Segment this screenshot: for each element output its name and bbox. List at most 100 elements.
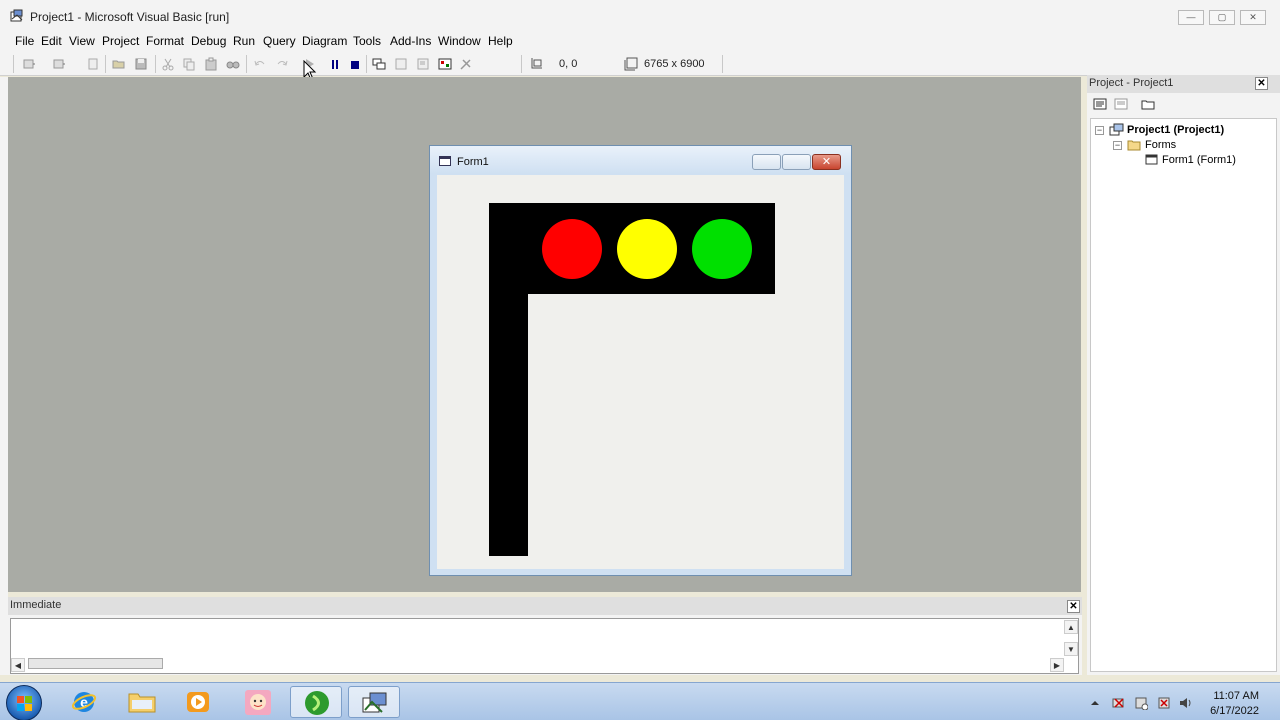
object-browser-icon[interactable] [438, 57, 452, 71]
form1-client-area [437, 175, 844, 569]
taskbar-media-player[interactable] [172, 686, 224, 718]
project-expander[interactable]: − [1095, 126, 1104, 135]
break-icon[interactable] [328, 57, 342, 71]
form1-maximize-button[interactable] [782, 154, 811, 170]
toolbar-separator [105, 55, 106, 73]
project-explorer-header: Project - Project1 ✕ [1087, 75, 1280, 93]
toolbar-separator [366, 55, 367, 73]
save-project-icon[interactable] [134, 57, 148, 71]
green-light [692, 219, 752, 279]
menu-bar: File Edit View Project Format Debug Run … [0, 32, 1280, 52]
redo-icon[interactable] [275, 57, 289, 71]
toolbar-separator [155, 55, 156, 73]
project-explorer-title: Project - Project1 [1089, 77, 1174, 89]
undo-icon[interactable] [253, 57, 267, 71]
end-icon[interactable] [348, 57, 362, 71]
view-code-icon[interactable] [1093, 97, 1107, 111]
menu-format[interactable]: Format [146, 34, 184, 48]
tray-device-icon[interactable] [1134, 696, 1148, 710]
scroll-right-icon[interactable]: ▶ [1050, 658, 1064, 672]
horizontal-scroll-thumb[interactable] [28, 658, 163, 669]
internet-explorer-icon: e [71, 692, 97, 712]
menu-project[interactable]: Project [102, 34, 139, 48]
menu-diagram[interactable]: Diagram [302, 34, 347, 48]
show-hidden-icons-icon[interactable] [1090, 696, 1100, 710]
tree-forms-folder[interactable]: Forms [1145, 139, 1176, 151]
add-project-icon[interactable] [22, 57, 36, 71]
scroll-left-icon[interactable]: ◀ [11, 658, 25, 672]
immediate-input[interactable] [10, 618, 1079, 674]
size-icon [624, 57, 638, 71]
green-app-icon [305, 691, 329, 715]
form1-close-button[interactable]: ✕ [812, 154, 841, 170]
menu-view[interactable]: View [69, 34, 95, 48]
tray-volume-icon[interactable] [1179, 696, 1193, 710]
toggle-folders-icon[interactable] [1141, 97, 1155, 111]
copy-icon[interactable] [182, 57, 196, 71]
folder-icon [1127, 140, 1141, 151]
position-icon [531, 58, 542, 69]
taskbar-paint-app[interactable] [232, 686, 284, 718]
taskbar-internet-explorer[interactable]: e [58, 686, 110, 718]
form1-title: Form1 [457, 156, 489, 168]
open-project-icon[interactable] [112, 57, 126, 71]
paste-icon[interactable] [204, 57, 218, 71]
find-icon[interactable] [226, 57, 240, 71]
scroll-up-icon[interactable]: ▲ [1064, 620, 1078, 634]
close-button[interactable]: ✕ [1240, 10, 1266, 25]
menu-help[interactable]: Help [488, 34, 513, 48]
forms-expander[interactable]: − [1113, 141, 1122, 150]
menu-add-ins[interactable]: Add-Ins [390, 34, 431, 48]
title-bar: Project1 - Microsoft Visual Basic [run] … [0, 0, 1280, 32]
toolbox-icon[interactable] [459, 57, 473, 71]
vb-app-icon [10, 9, 23, 22]
view-object-icon[interactable] [1114, 97, 1128, 111]
tray-flag-icon[interactable] [1157, 696, 1171, 710]
immediate-title: Immediate [10, 599, 62, 611]
taskbar-visual-basic[interactable] [348, 686, 400, 718]
maximize-button[interactable]: ▢ [1209, 10, 1235, 25]
taskbar-green-app[interactable] [290, 686, 342, 718]
paint-app-icon [245, 690, 271, 715]
project-explorer-icon[interactable] [372, 57, 386, 71]
left-edge [0, 77, 8, 675]
immediate-close-button[interactable]: ✕ [1067, 600, 1080, 613]
position-readout: 0, 0 [559, 58, 578, 70]
menu-tools[interactable]: Tools [353, 34, 381, 48]
taskbar-clock[interactable]: 11:07 AM 6/17/2022 [1210, 689, 1259, 719]
menu-editor-icon[interactable] [86, 57, 100, 71]
immediate-panel: Immediate ✕ ▲ ▼ ◀ ▶ [8, 597, 1082, 675]
tray-network-icon[interactable] [1112, 696, 1126, 710]
menu-file[interactable]: File [15, 34, 34, 48]
tree-form1-node[interactable]: Form1 (Form1) [1162, 154, 1236, 166]
tree-project-node[interactable]: Project1 (Project1) [1127, 124, 1224, 136]
menu-debug[interactable]: Debug [191, 34, 226, 48]
project-tree: − Project1 (Project1) − Forms Form1 (For… [1090, 118, 1277, 672]
taskbar-file-explorer[interactable] [116, 686, 168, 718]
project-explorer-close-button[interactable]: ✕ [1255, 77, 1268, 90]
toolbar-separator [246, 55, 247, 73]
taskbar: e 11:07 AM 6/17/2022 [0, 682, 1280, 720]
cut-icon[interactable] [161, 57, 175, 71]
scroll-down-icon[interactable]: ▼ [1064, 642, 1078, 656]
menu-run[interactable]: Run [233, 34, 255, 48]
form-layout-icon[interactable] [416, 57, 430, 71]
windows-logo-icon [17, 696, 32, 711]
form1-title-bar[interactable]: Form1 ✕ [430, 146, 851, 174]
standard-toolbar: 0, 0 6765 x 6900 [0, 52, 1280, 146]
menu-edit[interactable]: Edit [41, 34, 62, 48]
add-form-icon[interactable] [52, 57, 66, 71]
menu-query[interactable]: Query [263, 34, 296, 48]
clock-date: 6/17/2022 [1210, 705, 1259, 717]
menu-window[interactable]: Window [438, 34, 481, 48]
folder-taskbar-icon [128, 693, 156, 713]
window-title: Project1 - Microsoft Visual Basic [run] [30, 10, 230, 24]
minimize-button[interactable]: — [1178, 10, 1204, 25]
properties-window-icon[interactable] [394, 57, 408, 71]
start-button[interactable] [6, 685, 42, 720]
visual-basic-taskbar-icon [362, 692, 387, 713]
form1-minimize-button[interactable] [752, 154, 781, 170]
form-node-icon [1145, 154, 1158, 165]
form1-window[interactable]: Form1 ✕ [429, 145, 852, 576]
yellow-light [617, 219, 677, 279]
